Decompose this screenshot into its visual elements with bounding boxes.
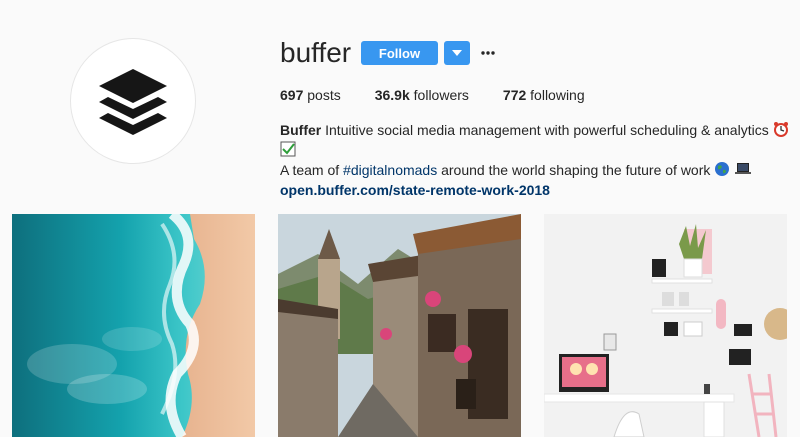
bio-line2-prefix: A team of [280,162,340,178]
following-count: 772 [502,87,527,103]
profile-stats: 697 posts 36.9k followers 772 following [280,86,619,104]
more-options-icon [481,51,495,55]
followers-stat[interactable]: 36.9k followers [375,86,469,104]
post-thumbnail-3[interactable] [544,214,787,437]
bio-line2-suffix: around the world shaping the future of w… [441,162,711,178]
alarm-clock-icon [773,122,788,137]
followers-count: 36.9k [374,87,410,103]
laptop-icon [735,163,752,174]
post-thumbnail-2[interactable] [278,214,521,437]
bio-website-link[interactable]: open.buffer.com/state-remote-work-2018 [280,180,800,200]
post-thumbnail-1[interactable] [12,214,255,437]
suggestions-dropdown-button[interactable] [444,41,470,65]
followers-label: followers [413,87,469,103]
follow-button[interactable]: Follow [361,41,438,65]
workspace-image [544,214,787,437]
profile-username: buffer [280,37,352,68]
profile-avatar[interactable] [70,38,196,164]
following-stat[interactable]: 772 following [503,86,585,104]
more-options-button[interactable] [480,42,496,64]
bio-name: Buffer [280,122,322,138]
following-label: following [530,87,585,103]
posts-stat: 697 posts [280,86,341,104]
buffer-logo-icon [99,69,167,135]
village-street-image [278,214,521,437]
bio-line-1: Buffer Intuitive social media management… [280,120,800,160]
beach-aerial-image [12,214,255,437]
posts-label: posts [307,87,341,103]
check-box-icon [280,141,296,157]
profile-bio: Buffer Intuitive social media management… [280,120,800,200]
posts-count: 697 [280,87,304,103]
chevron-down-icon [452,50,462,56]
hashtag-link[interactable]: #digitalnomads [343,162,437,178]
bio-description: Intuitive social media management with p… [325,122,769,138]
bio-line-2: A team of #digitalnomads around the worl… [280,160,800,180]
globe-icon [715,162,730,176]
